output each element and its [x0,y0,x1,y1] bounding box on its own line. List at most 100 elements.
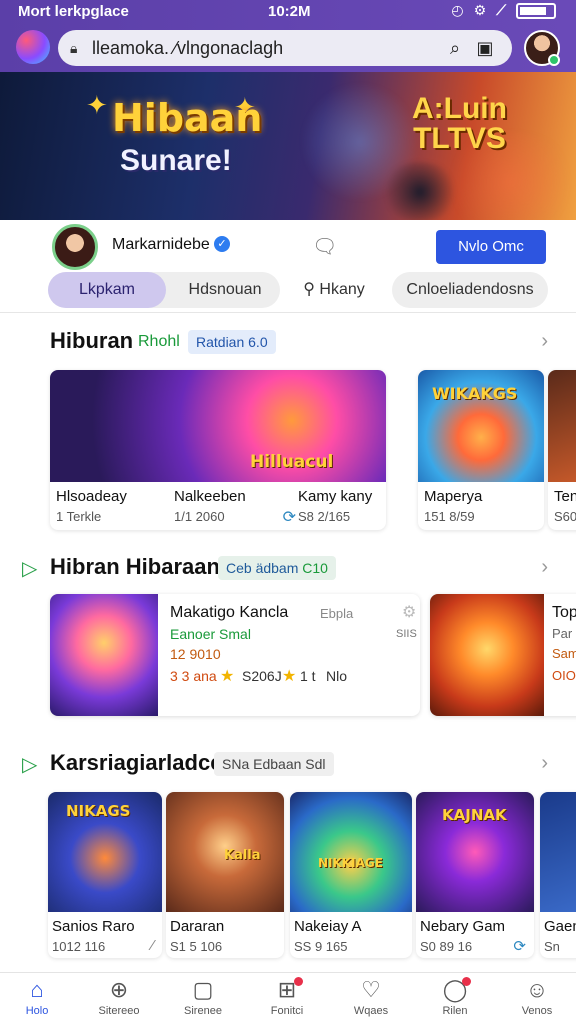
game-meta: Sam [552,646,576,661]
game-card[interactable]: Gaen Sn [540,792,576,958]
section-subtitle: Rhohl [138,333,180,350]
section-kategori-header: ▷ Karsriagiarladce SNa Edbaan Sdl › [0,746,576,780]
game-art-text: Hilluacul [250,452,334,472]
featured-game-card[interactable]: Top Par Sam OIO [430,594,576,716]
game-name: Maperya [424,488,483,505]
profile-avatar[interactable] [52,224,98,270]
section-title: Hiburan [50,328,134,353]
game-meta: 1/1 2060 [174,509,225,524]
refresh-icon[interactable]: ⟳ [283,507,296,527]
nav-gift[interactable]: ⊞ Fonitci [252,977,322,1017]
game-art: WIKAKGS [418,370,544,482]
rating-suffix: Nlo [326,668,348,684]
status-icons: ◴ ⚙ ⟋ [451,2,556,19]
hero-banner[interactable]: ✦ ✦ Hibaan Sunare! A:Luin TLTVS [0,72,576,220]
section-chip[interactable]: Ratdian 6.0 [188,330,276,354]
share-icon[interactable]: ⁄ [151,937,154,954]
game-meta: 1 Terkle [56,509,102,524]
featured-game-card[interactable]: Makatigo Kancla Ebpla ⚙ SIIS Eanoer Smal… [50,594,420,716]
play-icon: ▷ [22,558,38,580]
game-meta: S0 89 16 [420,939,473,954]
carrier-label: Mort lerkpglace [18,3,129,20]
tab-hdsnouan[interactable]: Hdsnouan [170,272,280,308]
nav-store[interactable]: ▢ Sirenee [168,977,238,1017]
tab-categories[interactable]: Cnloeliadendosns [392,272,548,308]
chevron-right-icon[interactable]: › [541,556,548,579]
divider [0,312,576,313]
nav-chat[interactable]: ◯ Rilen [420,977,490,1017]
gear-icon[interactable]: ⚙ [402,602,416,622]
nav-label: Holo [25,1005,49,1017]
message-icon[interactable]: 🗨︎ [312,234,337,259]
game-card[interactable]: WIKAKGS Maperya 151 8/59 [418,370,544,530]
game-art [430,594,544,716]
home-icon: ⌂ [30,977,44,1002]
app-logo-icon[interactable] [16,30,50,64]
address-bar[interactable]: 🔒︎ lleamoka. ⁄vlngonaclagh ⌕ ▣ [58,30,512,66]
game-art [540,792,576,912]
game-name: Gaen [544,918,576,935]
battery-icon [516,2,556,19]
game-rating: OIO [552,668,576,683]
section-hiburan-header: Hiburan Rhohl Ratdian 6.0 › [0,324,576,358]
game-card[interactable]: Kalla Dararan S1 5 106 [166,792,284,958]
url-text[interactable]: lleamoka. ⁄vlngonaclagh [92,38,440,59]
chevron-right-icon[interactable]: › [541,752,548,775]
game-art: KAJNAK [416,792,534,912]
game-rating: 3 3 ana [170,668,217,684]
heart-icon: ♡ [361,977,381,1002]
game-name: Makatigo Kancla [170,604,289,621]
profile-name[interactable]: Markarnidebe [112,236,210,254]
tab-hkany[interactable]: ⚲ Hkany [294,272,374,308]
avatar[interactable] [524,30,560,66]
nav-home[interactable]: ⌂ Holo [2,977,72,1017]
game-name: Dararan [170,918,225,935]
signal-icon: ⟋ [496,2,506,18]
profile-row: Markarnidebe ✓ 🗨︎ Nvlo Omc [0,220,576,272]
primary-action-button[interactable]: Nvlo Omc [436,230,546,264]
star-icon: ★ [282,668,297,685]
game-art-text: NIKKIAGE [318,856,383,870]
tab-lkpkam[interactable]: Lkpkam [48,272,166,308]
game-art-text: WIKAKGS [432,384,518,403]
play-icon: ▷ [22,754,38,776]
nav-label: Sirenee [184,1005,222,1017]
game-card[interactable]: NIKAGS Sanios Rarо 1012 116 ⁄ [48,792,162,958]
game-art: Kalla [166,792,284,912]
chip-label: SNa Edbaan [222,756,302,772]
game-card[interactable]: NIKKIAGE Nakeiay A SS 9 165 [290,792,412,958]
rating-secondary: 1 t [300,668,316,684]
game-card[interactable]: Hilluacul Hlsoadeay 1 Terkle Nalkeeben 1… [50,370,386,530]
game-card[interactable]: KAJNAK Nebary Gam S0 89 16 ⟳ [416,792,534,958]
pin-icon: ⚲ [303,281,315,298]
tabs-icon[interactable]: ▣ [470,38,500,59]
nav-wishlist[interactable]: ♡ Wqaes [336,977,406,1017]
controller-icon: ⊕ [109,977,129,1002]
game-meta: S1 5 106 [170,939,223,954]
game-name: Nebary Gam [420,918,506,935]
nav-profile[interactable]: ☺ Venos [502,977,572,1017]
hero-side-line2: TLTVS [413,122,506,155]
nav-label: Venos [521,1005,553,1017]
section-chip[interactable]: SNa Edbaan Sdl [214,752,334,776]
game-art [548,370,576,482]
game-name: Sanios Rarо [52,918,135,935]
verified-icon: ✓ [214,236,230,252]
hero-side-title: A:Luin TLTVS [412,94,507,154]
hero-subtitle: Sunare! [120,144,232,177]
hero-title: Hibaan [112,96,263,140]
game-art: NIKKIAGE [290,792,412,912]
game-name: Ten [554,488,576,505]
refresh-icon[interactable]: ⟳ [513,937,526,955]
clock: 10:2M [268,3,311,20]
chevron-right-icon[interactable]: › [541,330,548,353]
game-card[interactable]: Ten S60 [548,370,576,530]
game-meta: S60 [554,509,576,524]
online-indicator [548,54,560,66]
status-bar: Mort lerkpglace 10:2M ◴ ⚙ ⟋ [0,0,576,24]
nav-games[interactable]: ⊕ Sitereeo [84,977,154,1017]
nav-label: Wqaes [353,1005,389,1017]
tab-bar: Lkpkam Hdsnouan ⚲ Hkany Cnloeliadendosns [48,272,548,308]
search-icon[interactable]: ⌕ [440,38,470,59]
section-chip[interactable]: Ceb ädbam C10 [218,556,336,580]
